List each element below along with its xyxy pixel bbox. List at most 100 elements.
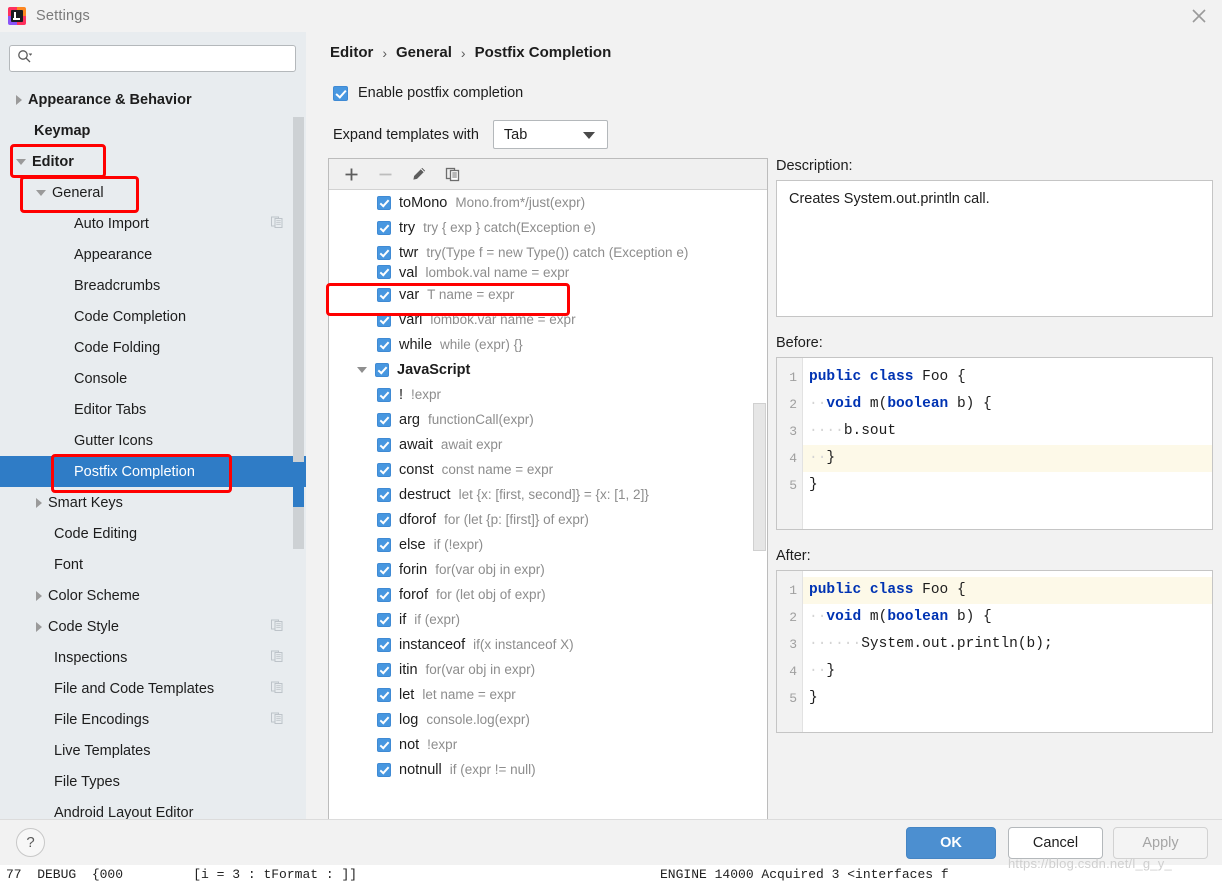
templates-scrollbar-thumb[interactable] bbox=[753, 403, 766, 551]
template-row[interactable]: let let name = expr bbox=[329, 682, 767, 707]
checkbox-icon[interactable] bbox=[377, 412, 391, 427]
sidebar-item-code-completion[interactable]: Code Completion bbox=[0, 301, 306, 332]
pencil-icon[interactable] bbox=[409, 164, 429, 184]
chevron-down-icon[interactable] bbox=[357, 366, 367, 373]
template-row[interactable]: val lombok.val name = expr bbox=[329, 265, 767, 282]
template-row[interactable]: varl lombok.var name = expr bbox=[329, 307, 767, 332]
sidebar-item-file-encodings[interactable]: File Encodings bbox=[0, 704, 306, 735]
checkbox-icon[interactable] bbox=[377, 612, 391, 627]
template-row[interactable]: var T name = expr bbox=[329, 282, 767, 307]
sidebar-item-keymap[interactable]: Keymap bbox=[0, 115, 306, 146]
sidebar-item-color-scheme[interactable]: Color Scheme bbox=[0, 580, 306, 611]
checkbox-icon[interactable] bbox=[377, 312, 391, 327]
checkbox-icon[interactable] bbox=[377, 265, 391, 279]
checkbox-icon[interactable] bbox=[377, 737, 391, 752]
template-row[interactable]: log console.log(expr) bbox=[329, 707, 767, 732]
sidebar-item-file-types[interactable]: File Types bbox=[0, 766, 306, 797]
sidebar-item-file-and-code-templates[interactable]: File and Code Templates bbox=[0, 673, 306, 704]
sidebar-item-font[interactable]: Font bbox=[0, 549, 306, 580]
sidebar-item-gutter-icons[interactable]: Gutter Icons bbox=[0, 425, 306, 456]
checkbox-icon[interactable] bbox=[377, 487, 391, 502]
chevron-right-icon[interactable] bbox=[16, 94, 22, 105]
template-row[interactable]: const const name = expr bbox=[329, 457, 767, 482]
checkbox-icon[interactable] bbox=[377, 562, 391, 577]
postfix-templates-list[interactable]: toMono Mono.from*/just(expr) try try { exp … bbox=[329, 190, 767, 828]
template-row[interactable]: try try { exp } catch(Exception e) bbox=[329, 215, 767, 240]
checkbox-icon[interactable] bbox=[333, 85, 348, 101]
plus-icon[interactable] bbox=[341, 164, 361, 184]
sidebar-item-code-folding[interactable]: Code Folding bbox=[0, 332, 306, 363]
search-box[interactable] bbox=[9, 45, 296, 72]
template-row[interactable]: arg functionCall(expr) bbox=[329, 407, 767, 432]
template-row[interactable]: not !expr bbox=[329, 732, 767, 757]
checkbox-icon[interactable] bbox=[377, 637, 391, 652]
breadcrumb-item-editor[interactable]: Editor bbox=[330, 44, 373, 61]
checkbox-icon[interactable] bbox=[377, 462, 391, 477]
help-button[interactable]: ? bbox=[16, 828, 45, 857]
template-row[interactable]: await await expr bbox=[329, 432, 767, 457]
checkbox-icon[interactable] bbox=[377, 195, 391, 210]
template-row[interactable]: dforof for (let {p: [first]} of expr) bbox=[329, 507, 767, 532]
sidebar-item-android-layout-editor[interactable]: Android Layout Editor bbox=[0, 797, 306, 820]
checkbox-icon[interactable] bbox=[377, 287, 391, 302]
checkbox-icon[interactable] bbox=[377, 512, 391, 527]
template-row[interactable]: instanceof if(x instanceof X) bbox=[329, 632, 767, 657]
checkbox-icon[interactable] bbox=[377, 387, 391, 402]
checkbox-icon[interactable] bbox=[377, 337, 391, 352]
chevron-down-icon[interactable] bbox=[16, 158, 26, 165]
sidebar-scrollbar-thumb[interactable] bbox=[293, 462, 304, 507]
template-row[interactable]: else if (!expr) bbox=[329, 532, 767, 557]
template-row[interactable]: forin for(var obj in expr) bbox=[329, 557, 767, 582]
chevron-right-icon[interactable] bbox=[36, 590, 42, 601]
sidebar-item-general[interactable]: General bbox=[0, 177, 306, 208]
breadcrumb-item-general[interactable]: General bbox=[396, 44, 452, 61]
expand-templates-select[interactable]: Tab bbox=[492, 120, 608, 149]
close-icon[interactable] bbox=[1176, 0, 1222, 32]
checkbox-icon[interactable] bbox=[377, 587, 391, 602]
sidebar-item-code-editing[interactable]: Code Editing bbox=[0, 518, 306, 549]
before-label: Before: bbox=[776, 335, 823, 351]
checkbox-icon[interactable] bbox=[377, 220, 391, 235]
template-row[interactable]: if if (expr) bbox=[329, 607, 767, 632]
copy-icon[interactable] bbox=[443, 164, 463, 184]
template-row[interactable]: itin for(var obj in expr) bbox=[329, 657, 767, 682]
enable-postfix-completion-checkbox[interactable]: Enable postfix completion bbox=[333, 85, 523, 101]
template-group-row[interactable]: JavaScript bbox=[329, 357, 767, 382]
checkbox-icon[interactable] bbox=[377, 437, 391, 452]
chevron-right-icon[interactable] bbox=[36, 497, 42, 508]
template-row[interactable]: toMono Mono.from*/just(expr) bbox=[329, 190, 767, 215]
sidebar-item-console[interactable]: Console bbox=[0, 363, 306, 394]
chevron-down-icon[interactable] bbox=[36, 189, 46, 196]
template-row[interactable]: ! !expr bbox=[329, 382, 767, 407]
sidebar-item-editor[interactable]: Editor bbox=[0, 146, 306, 177]
template-row[interactable]: twr try(Type f = new Type()) catch (Excep… bbox=[329, 240, 767, 265]
sidebar-item-smart-keys[interactable]: Smart Keys bbox=[0, 487, 306, 518]
checkbox-icon[interactable] bbox=[377, 762, 391, 777]
sidebar-item-appearance-behavior[interactable]: Appearance & Behavior bbox=[0, 84, 306, 115]
sidebar-scrollbar-track[interactable] bbox=[293, 117, 304, 549]
sidebar-item-breadcrumbs[interactable]: Breadcrumbs bbox=[0, 270, 306, 301]
sidebar-item-label: Breadcrumbs bbox=[74, 277, 161, 294]
checkbox-icon[interactable] bbox=[377, 245, 391, 260]
sidebar-item-editor-tabs[interactable]: Editor Tabs bbox=[0, 394, 306, 425]
sidebar-item-inspections[interactable]: Inspections bbox=[0, 642, 306, 673]
checkbox-icon[interactable] bbox=[377, 662, 391, 677]
sidebar-item-code-style[interactable]: Code Style bbox=[0, 611, 306, 642]
sidebar-item-postfix-completion[interactable]: Postfix Completion bbox=[0, 456, 306, 487]
template-row[interactable]: forof for (let obj of expr) bbox=[329, 582, 767, 607]
ok-button[interactable]: OK bbox=[906, 827, 996, 859]
sidebar-item-live-templates[interactable]: Live Templates bbox=[0, 735, 306, 766]
template-row[interactable]: while while (expr) {} bbox=[329, 332, 767, 357]
sidebar-item-auto-import[interactable]: Auto Import bbox=[0, 208, 306, 239]
cancel-button[interactable]: Cancel bbox=[1008, 827, 1103, 859]
template-row[interactable]: destruct let {x: [first, second]} = {x: [… bbox=[329, 482, 767, 507]
chevron-right-icon[interactable] bbox=[36, 621, 42, 632]
checkbox-icon[interactable] bbox=[377, 537, 391, 552]
sidebar-item-label: Color Scheme bbox=[48, 587, 140, 604]
checkbox-icon[interactable] bbox=[377, 712, 391, 727]
checkbox-icon[interactable] bbox=[377, 687, 391, 702]
sidebar-item-appearance[interactable]: Appearance bbox=[0, 239, 306, 270]
search-input[interactable] bbox=[36, 50, 276, 67]
template-row[interactable]: notnull if (expr != null) bbox=[329, 757, 767, 782]
checkbox-icon[interactable] bbox=[375, 362, 389, 377]
